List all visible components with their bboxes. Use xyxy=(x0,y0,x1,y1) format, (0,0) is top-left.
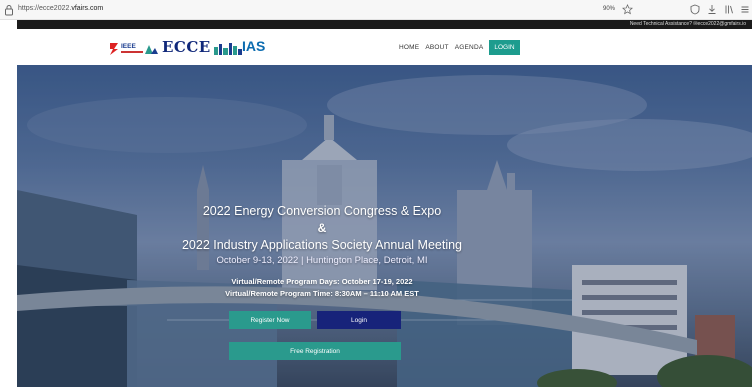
main-nav: HOME ABOUT AGENDA LOGIN xyxy=(399,40,520,55)
nav-agenda[interactable]: AGENDA xyxy=(455,44,484,51)
hero-banner: 2022 Energy Conversion Congress & Expo &… xyxy=(17,65,752,387)
url-domain: vfairs.com xyxy=(71,5,104,12)
ieee-logo[interactable]: IEEE xyxy=(109,40,159,56)
hero-title-ecce: 2022 Energy Conversion Congress & Expo xyxy=(202,204,442,218)
shield-icon[interactable] xyxy=(690,4,700,15)
virtual-program-time: Virtual/Remote Program Time: 8:30AM – 11… xyxy=(225,289,419,298)
ecce-logo[interactable]: ECCE xyxy=(162,38,211,56)
ieee-logo-text: IEEE xyxy=(121,43,136,50)
skyline-logo-icon xyxy=(214,43,242,55)
menu-icon[interactable] xyxy=(740,4,750,15)
hero-dates-location: October 9-13, 2022 | Huntington Place, D… xyxy=(216,255,428,266)
nav-about[interactable]: ABOUT xyxy=(425,44,448,51)
virtual-program-days: Virtual/Remote Program Days: October 17-… xyxy=(231,277,413,286)
nav-login-button[interactable]: LOGIN xyxy=(489,40,520,55)
free-registration-button[interactable]: Free Registration xyxy=(229,342,401,360)
ias-logo[interactable]: IAS xyxy=(242,38,265,54)
hero-title-ias: 2022 Industry Applications Society Annua… xyxy=(181,238,463,252)
lock-icon xyxy=(5,5,13,16)
hero-ampersand: & xyxy=(317,221,327,235)
address-bar[interactable]: https://ecce2022.vfairs.com xyxy=(18,5,103,12)
zoom-level[interactable]: 90% xyxy=(603,6,615,12)
technical-assistance-text[interactable]: Need Technical Assistance? ✉ecce2022@gmf… xyxy=(630,21,746,27)
url-prefix: https://ecce2022. xyxy=(18,5,72,12)
library-icon[interactable] xyxy=(724,4,734,15)
contact-strip: Need Technical Assistance? ✉ecce2022@gmf… xyxy=(17,20,752,29)
register-now-button[interactable]: Register Now xyxy=(229,311,311,329)
site-header: IEEE ECCE IAS HOME ABOUT AGENDA LOGIN xyxy=(17,29,752,65)
bookmark-star-icon[interactable] xyxy=(622,4,633,15)
browser-toolbar: https://ecce2022.vfairs.com 90% xyxy=(0,0,752,20)
login-button[interactable]: Login xyxy=(317,311,401,329)
download-icon[interactable] xyxy=(707,4,717,15)
nav-home[interactable]: HOME xyxy=(399,44,419,51)
